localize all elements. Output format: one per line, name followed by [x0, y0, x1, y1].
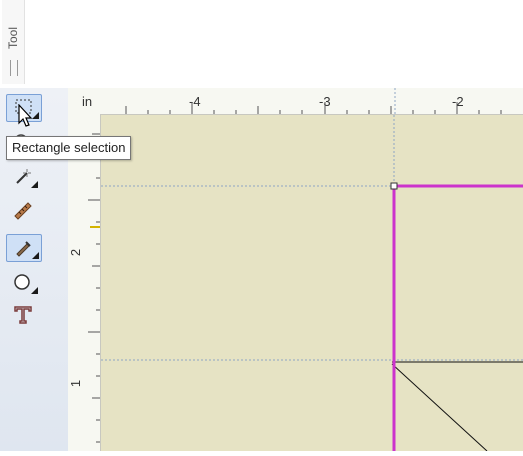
mouse-cursor-icon — [18, 104, 33, 127]
tool-window-title-bar[interactable]: Tool — [2, 0, 25, 84]
drawing-layer[interactable] — [101, 115, 523, 452]
ellipse-tool[interactable] — [6, 270, 40, 296]
ruler-ticks — [125, 88, 502, 114]
canvas[interactable] — [101, 115, 523, 452]
ruler-icon — [14, 202, 32, 220]
submenu-indicator-icon — [32, 252, 39, 259]
text-tool[interactable] — [6, 302, 40, 328]
submenu-indicator-icon — [31, 181, 38, 188]
text-icon — [14, 306, 32, 324]
toolbar-area: Tool — [0, 0, 523, 88]
vertical-ruler[interactable]: 2 1 — [68, 114, 101, 451]
draw-tool[interactable] — [6, 234, 42, 262]
measure-tool[interactable] — [6, 198, 40, 224]
magic-wand-tool[interactable] — [6, 164, 40, 190]
horizontal-ruler[interactable]: in -4 -3 -2 — [68, 88, 523, 115]
grip-handle-icon[interactable] — [10, 60, 18, 76]
submenu-indicator-icon — [31, 287, 38, 294]
tooltip: Rectangle selection — [6, 136, 132, 160]
ruler-ticks — [88, 133, 100, 443]
canvas-area[interactable]: in -4 -3 -2 2 1 — [68, 88, 523, 452]
